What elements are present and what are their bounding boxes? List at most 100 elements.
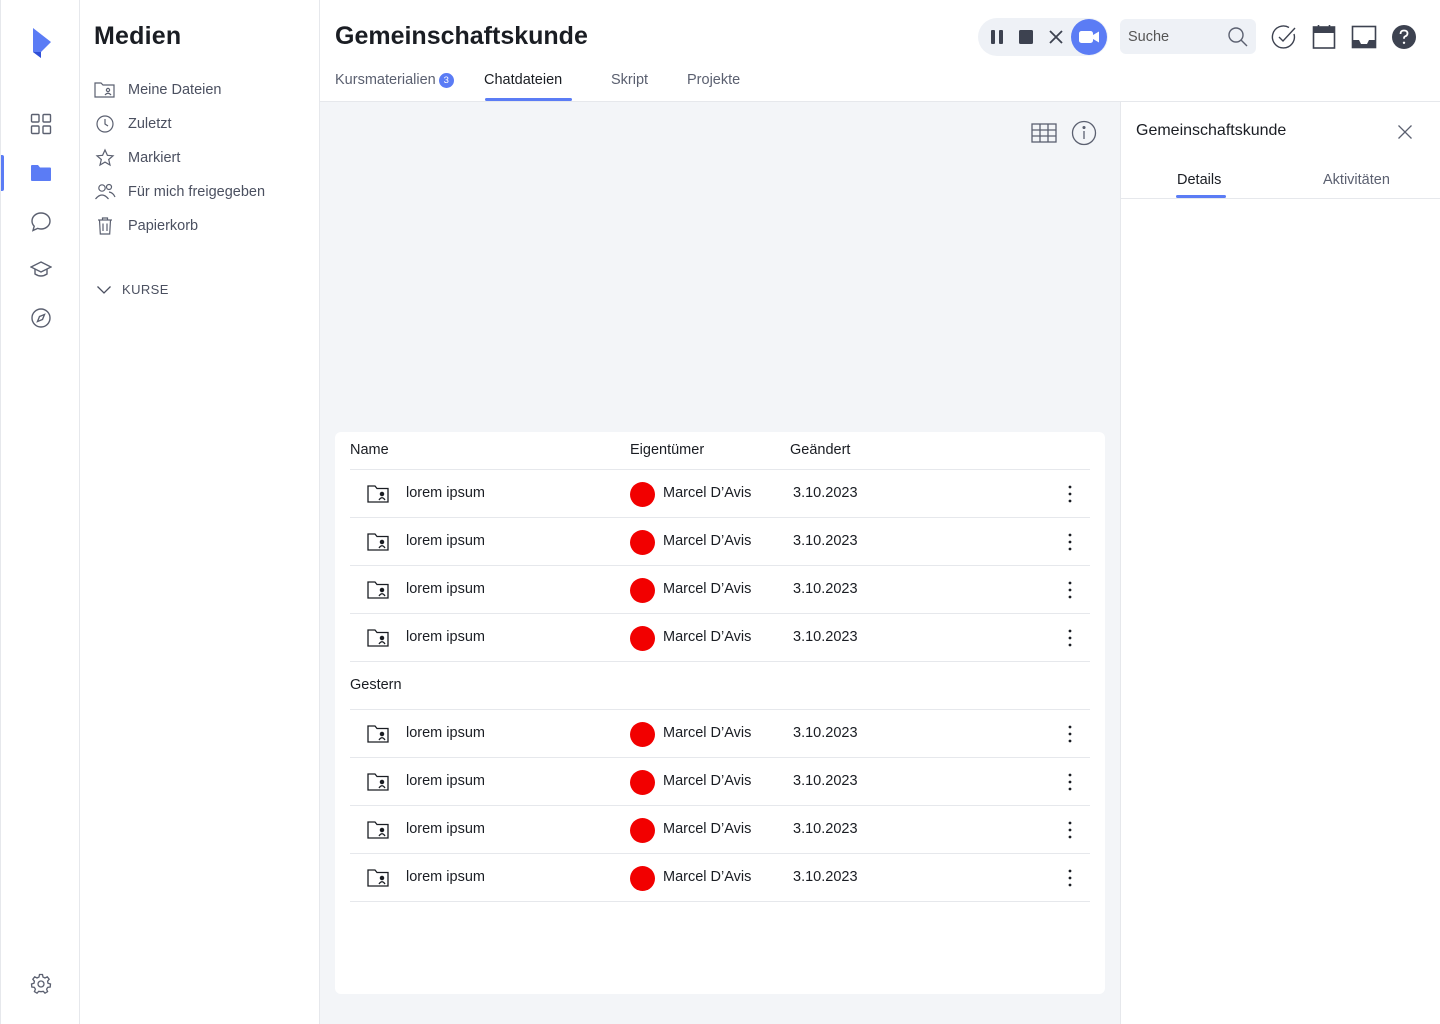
modified-date: 3.10.2023: [793, 629, 858, 645]
inbox-icon: [1351, 25, 1377, 49]
shared-folder-icon: [367, 725, 389, 743]
tab-label: Details: [1177, 172, 1222, 188]
info-button[interactable]: [1071, 120, 1097, 146]
panel-tab-details[interactable]: Details: [1177, 172, 1221, 188]
gear-icon: [30, 973, 52, 995]
media-sidebar: Medien Meine Dateien Zuletzt Markiert Fü…: [80, 0, 320, 1024]
table-row[interactable]: lorem ipsum Marcel D’Avis 3.10.2023: [350, 614, 1090, 662]
rail-item-media[interactable]: [27, 159, 55, 187]
more-options-button[interactable]: [1058, 578, 1082, 602]
table-row[interactable]: lorem ipsum Marcel D’Avis 3.10.2023: [350, 518, 1090, 566]
panel-tab-aktivitaeten[interactable]: Aktivitäten: [1323, 172, 1390, 188]
recording-controls: [978, 18, 1108, 56]
table-row[interactable]: lorem ipsum Marcel D’Avis 3.10.2023: [350, 566, 1090, 614]
pause-button[interactable]: [985, 25, 1009, 49]
folder-user-icon: [94, 79, 116, 101]
shared-folder-icon: [367, 485, 389, 503]
tab-skript[interactable]: Skript: [611, 72, 648, 88]
table-row[interactable]: lorem ipsum Marcel D’Avis 3.10.2023: [350, 854, 1090, 902]
file-name: lorem ipsum: [406, 629, 485, 645]
more-options-button[interactable]: [1058, 722, 1082, 746]
rail-item-courses[interactable]: [27, 256, 55, 284]
inbox-button[interactable]: [1350, 23, 1378, 51]
calendar-button[interactable]: [1310, 23, 1338, 51]
rail-item-chat[interactable]: [27, 208, 55, 236]
users-icon: [94, 181, 116, 203]
stop-button[interactable]: [1014, 25, 1038, 49]
more-vertical-icon: [1068, 773, 1072, 791]
table-row[interactable]: lorem ipsum Marcel D’Avis 3.10.2023: [350, 758, 1090, 806]
tab-label: Kursmaterialien: [335, 72, 436, 88]
column-header-modified[interactable]: Geändert: [790, 442, 850, 458]
table-row[interactable]: lorem ipsum Marcel D’Avis 3.10.2023: [350, 470, 1090, 518]
video-camera-icon: [1079, 31, 1099, 43]
sidebar-item-zuletzt[interactable]: Zuletzt: [94, 112, 172, 136]
search-icon[interactable]: [1226, 25, 1250, 49]
shared-folder-icon: [367, 629, 389, 647]
stop-icon: [1019, 30, 1033, 44]
search-input[interactable]: [1120, 19, 1220, 54]
owner-name: Marcel D’Avis: [663, 485, 752, 501]
more-vertical-icon: [1068, 485, 1072, 503]
shared-folder-icon: [367, 581, 389, 599]
file-name: lorem ipsum: [406, 821, 485, 837]
avatar: [630, 722, 655, 747]
tab-label: Projekte: [687, 72, 741, 88]
owner-name: Marcel D’Avis: [663, 581, 752, 597]
modified-date: 3.10.2023: [793, 581, 858, 597]
grid-view-button[interactable]: [1031, 120, 1057, 146]
file-name: lorem ipsum: [406, 533, 485, 549]
avatar: [630, 530, 655, 555]
sidebar-item-freigegeben[interactable]: Für mich freigegeben: [94, 180, 265, 204]
more-options-button[interactable]: [1058, 482, 1082, 506]
more-options-button[interactable]: [1058, 770, 1082, 794]
group-header: Gestern: [350, 662, 1090, 710]
app-window: Medien Meine Dateien Zuletzt Markiert Fü…: [0, 0, 1440, 1024]
tab-projekte[interactable]: Projekte: [687, 72, 740, 88]
folder-icon: [31, 165, 51, 181]
avatar: [630, 626, 655, 651]
help-button[interactable]: [1390, 23, 1418, 51]
tab-label: Chatdateien: [484, 72, 563, 88]
more-options-button[interactable]: [1058, 530, 1082, 554]
trash-icon: [94, 215, 116, 237]
sidebar-item-meine-dateien[interactable]: Meine Dateien: [94, 78, 222, 102]
tab-kursmaterialien[interactable]: Kursmaterialien 3: [335, 72, 454, 88]
more-options-button[interactable]: [1058, 818, 1082, 842]
close-recording-button[interactable]: [1044, 25, 1068, 49]
avatar: [630, 818, 655, 843]
help-icon: [1392, 25, 1416, 49]
file-name: lorem ipsum: [406, 869, 485, 885]
panel-close-button[interactable]: [1393, 120, 1417, 144]
more-options-button[interactable]: [1058, 866, 1082, 890]
tab-chatdateien[interactable]: Chatdateien: [484, 72, 562, 88]
more-vertical-icon: [1068, 869, 1072, 887]
rail-item-dashboard[interactable]: [27, 110, 55, 138]
video-button[interactable]: [1071, 19, 1107, 55]
rail-item-explore[interactable]: [27, 304, 55, 332]
table-row[interactable]: lorem ipsum Marcel D’Avis 3.10.2023: [350, 710, 1090, 758]
graduation-cap-icon: [30, 261, 52, 277]
sidebar-item-label: Für mich freigegeben: [128, 184, 266, 200]
file-table: Name Eigentümer Geändert lorem ipsum Marc…: [335, 432, 1105, 994]
column-header-name[interactable]: Name: [350, 442, 389, 458]
rail-item-settings[interactable]: [27, 970, 55, 998]
file-name: lorem ipsum: [406, 773, 485, 789]
main-content: Name Eigentümer Geändert lorem ipsum Marc…: [320, 102, 1120, 1024]
courses-section-toggle[interactable]: KURSE: [96, 282, 169, 297]
avatar: [630, 866, 655, 891]
more-vertical-icon: [1068, 821, 1072, 839]
sidebar-item-papierkorb[interactable]: Papierkorb: [94, 214, 198, 238]
shared-folder-icon: [367, 869, 389, 887]
shared-folder-icon: [367, 773, 389, 791]
tasks-button[interactable]: [1270, 23, 1298, 51]
logo-icon[interactable]: [29, 26, 55, 62]
table-row[interactable]: lorem ipsum Marcel D’Avis 3.10.2023: [350, 806, 1090, 854]
group-label: Gestern: [350, 677, 402, 693]
column-header-owner[interactable]: Eigentümer: [630, 442, 704, 458]
close-icon: [1398, 125, 1412, 139]
table-header: Name Eigentümer Geändert: [350, 442, 1090, 470]
panel-title: Gemeinschaftskunde: [1136, 122, 1287, 139]
more-options-button[interactable]: [1058, 626, 1082, 650]
sidebar-item-markiert[interactable]: Markiert: [94, 146, 180, 170]
